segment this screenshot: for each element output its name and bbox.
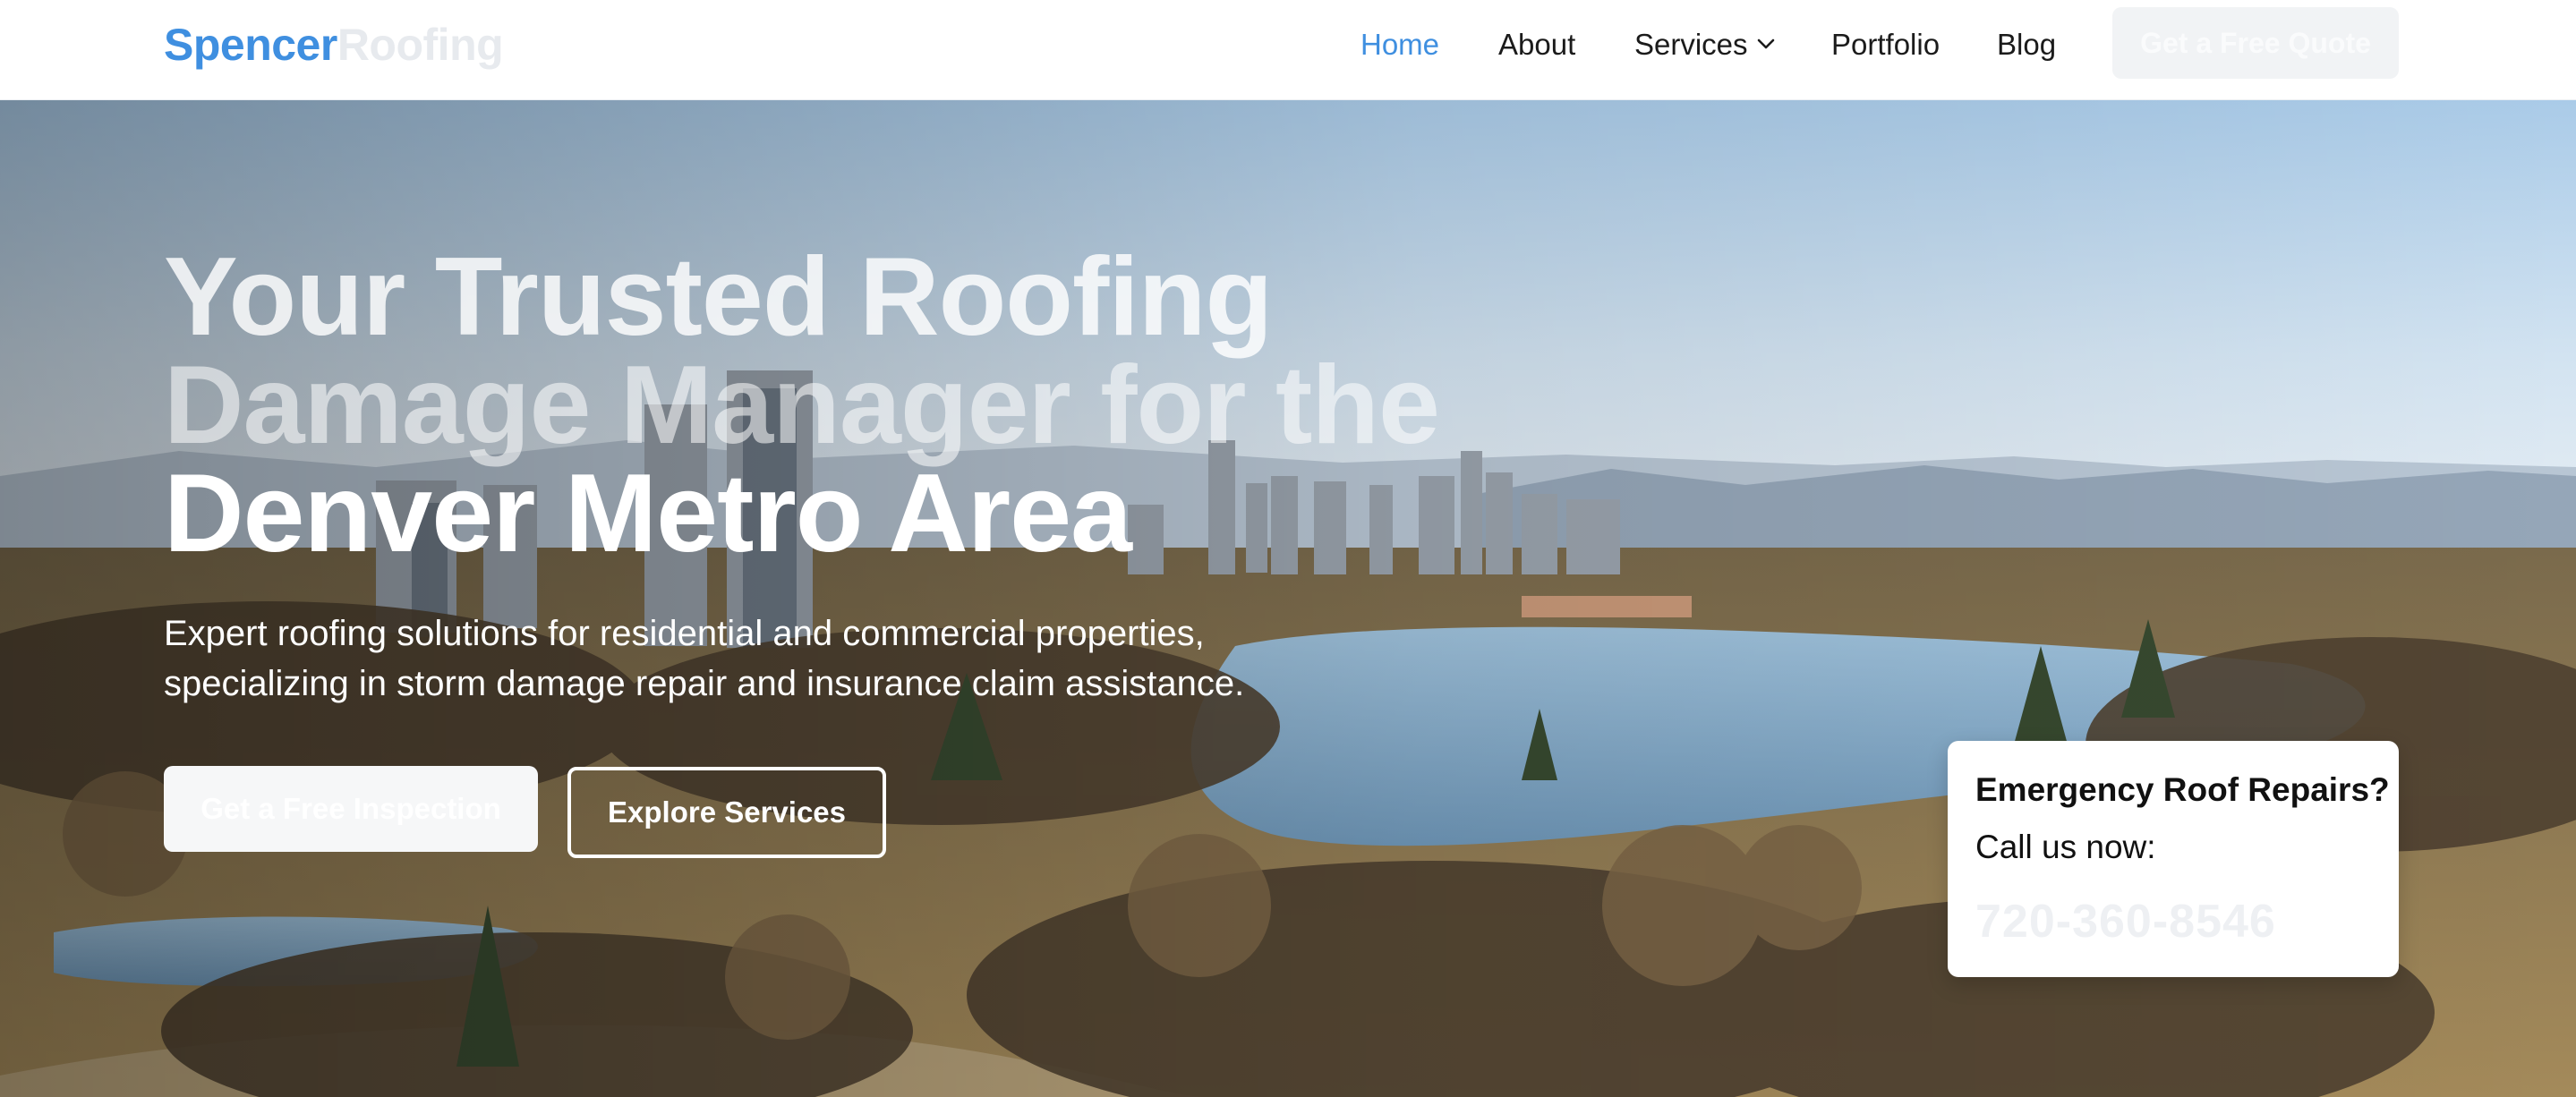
logo-text-primary: Spencer — [164, 20, 337, 70]
nav-item-portfolio[interactable]: Portfolio — [1831, 25, 1940, 64]
chevron-down-icon — [1757, 38, 1774, 49]
hero-section: Your Trusted Roofing Damage Manager for … — [0, 100, 2576, 1097]
hero-subheadline-line-1: Expert roofing solutions for residential… — [164, 614, 1205, 653]
emergency-phone-link[interactable]: 720-360-8546 — [1975, 895, 2276, 948]
hero-subheadline-line-2: specializing in storm damage repair and … — [164, 664, 1245, 703]
nav-item-home[interactable]: Home — [1361, 25, 1439, 64]
get-free-quote-button[interactable]: Get a Free Quote — [2112, 7, 2399, 79]
logo-text-secondary: Roofing — [337, 20, 504, 70]
nav-item-services-label: Services — [1634, 28, 1748, 61]
nav-item-about[interactable]: About — [1498, 25, 1575, 64]
nav-item-services[interactable]: Services — [1634, 25, 1777, 64]
emergency-repair-card: Emergency Roof Repairs? Call us now: 720… — [1948, 741, 2399, 977]
hero-headline: Your Trusted Roofing Damage Manager for … — [164, 235, 1440, 575]
get-free-inspection-button[interactable]: Get a Free Inspection — [164, 766, 538, 852]
hero-subheadline: Expert roofing solutions for residential… — [164, 608, 1327, 709]
hero-headline-line-2: Damage Manager for the — [164, 344, 1440, 467]
explore-services-button[interactable]: Explore Services — [567, 767, 886, 858]
hero-headline-line-3: Denver Metro Area — [164, 452, 1132, 575]
top-navigation: SpencerRoofing Home About Services Portf… — [0, 0, 2576, 100]
nav-item-blog[interactable]: Blog — [1997, 25, 2056, 64]
emergency-card-subtitle: Call us now: — [1975, 829, 2156, 865]
hero-headline-line-1: Your Trusted Roofing — [164, 235, 1273, 359]
emergency-card-title: Emergency Roof Repairs? — [1975, 771, 2390, 808]
site-logo[interactable]: SpencerRoofing — [164, 19, 504, 71]
